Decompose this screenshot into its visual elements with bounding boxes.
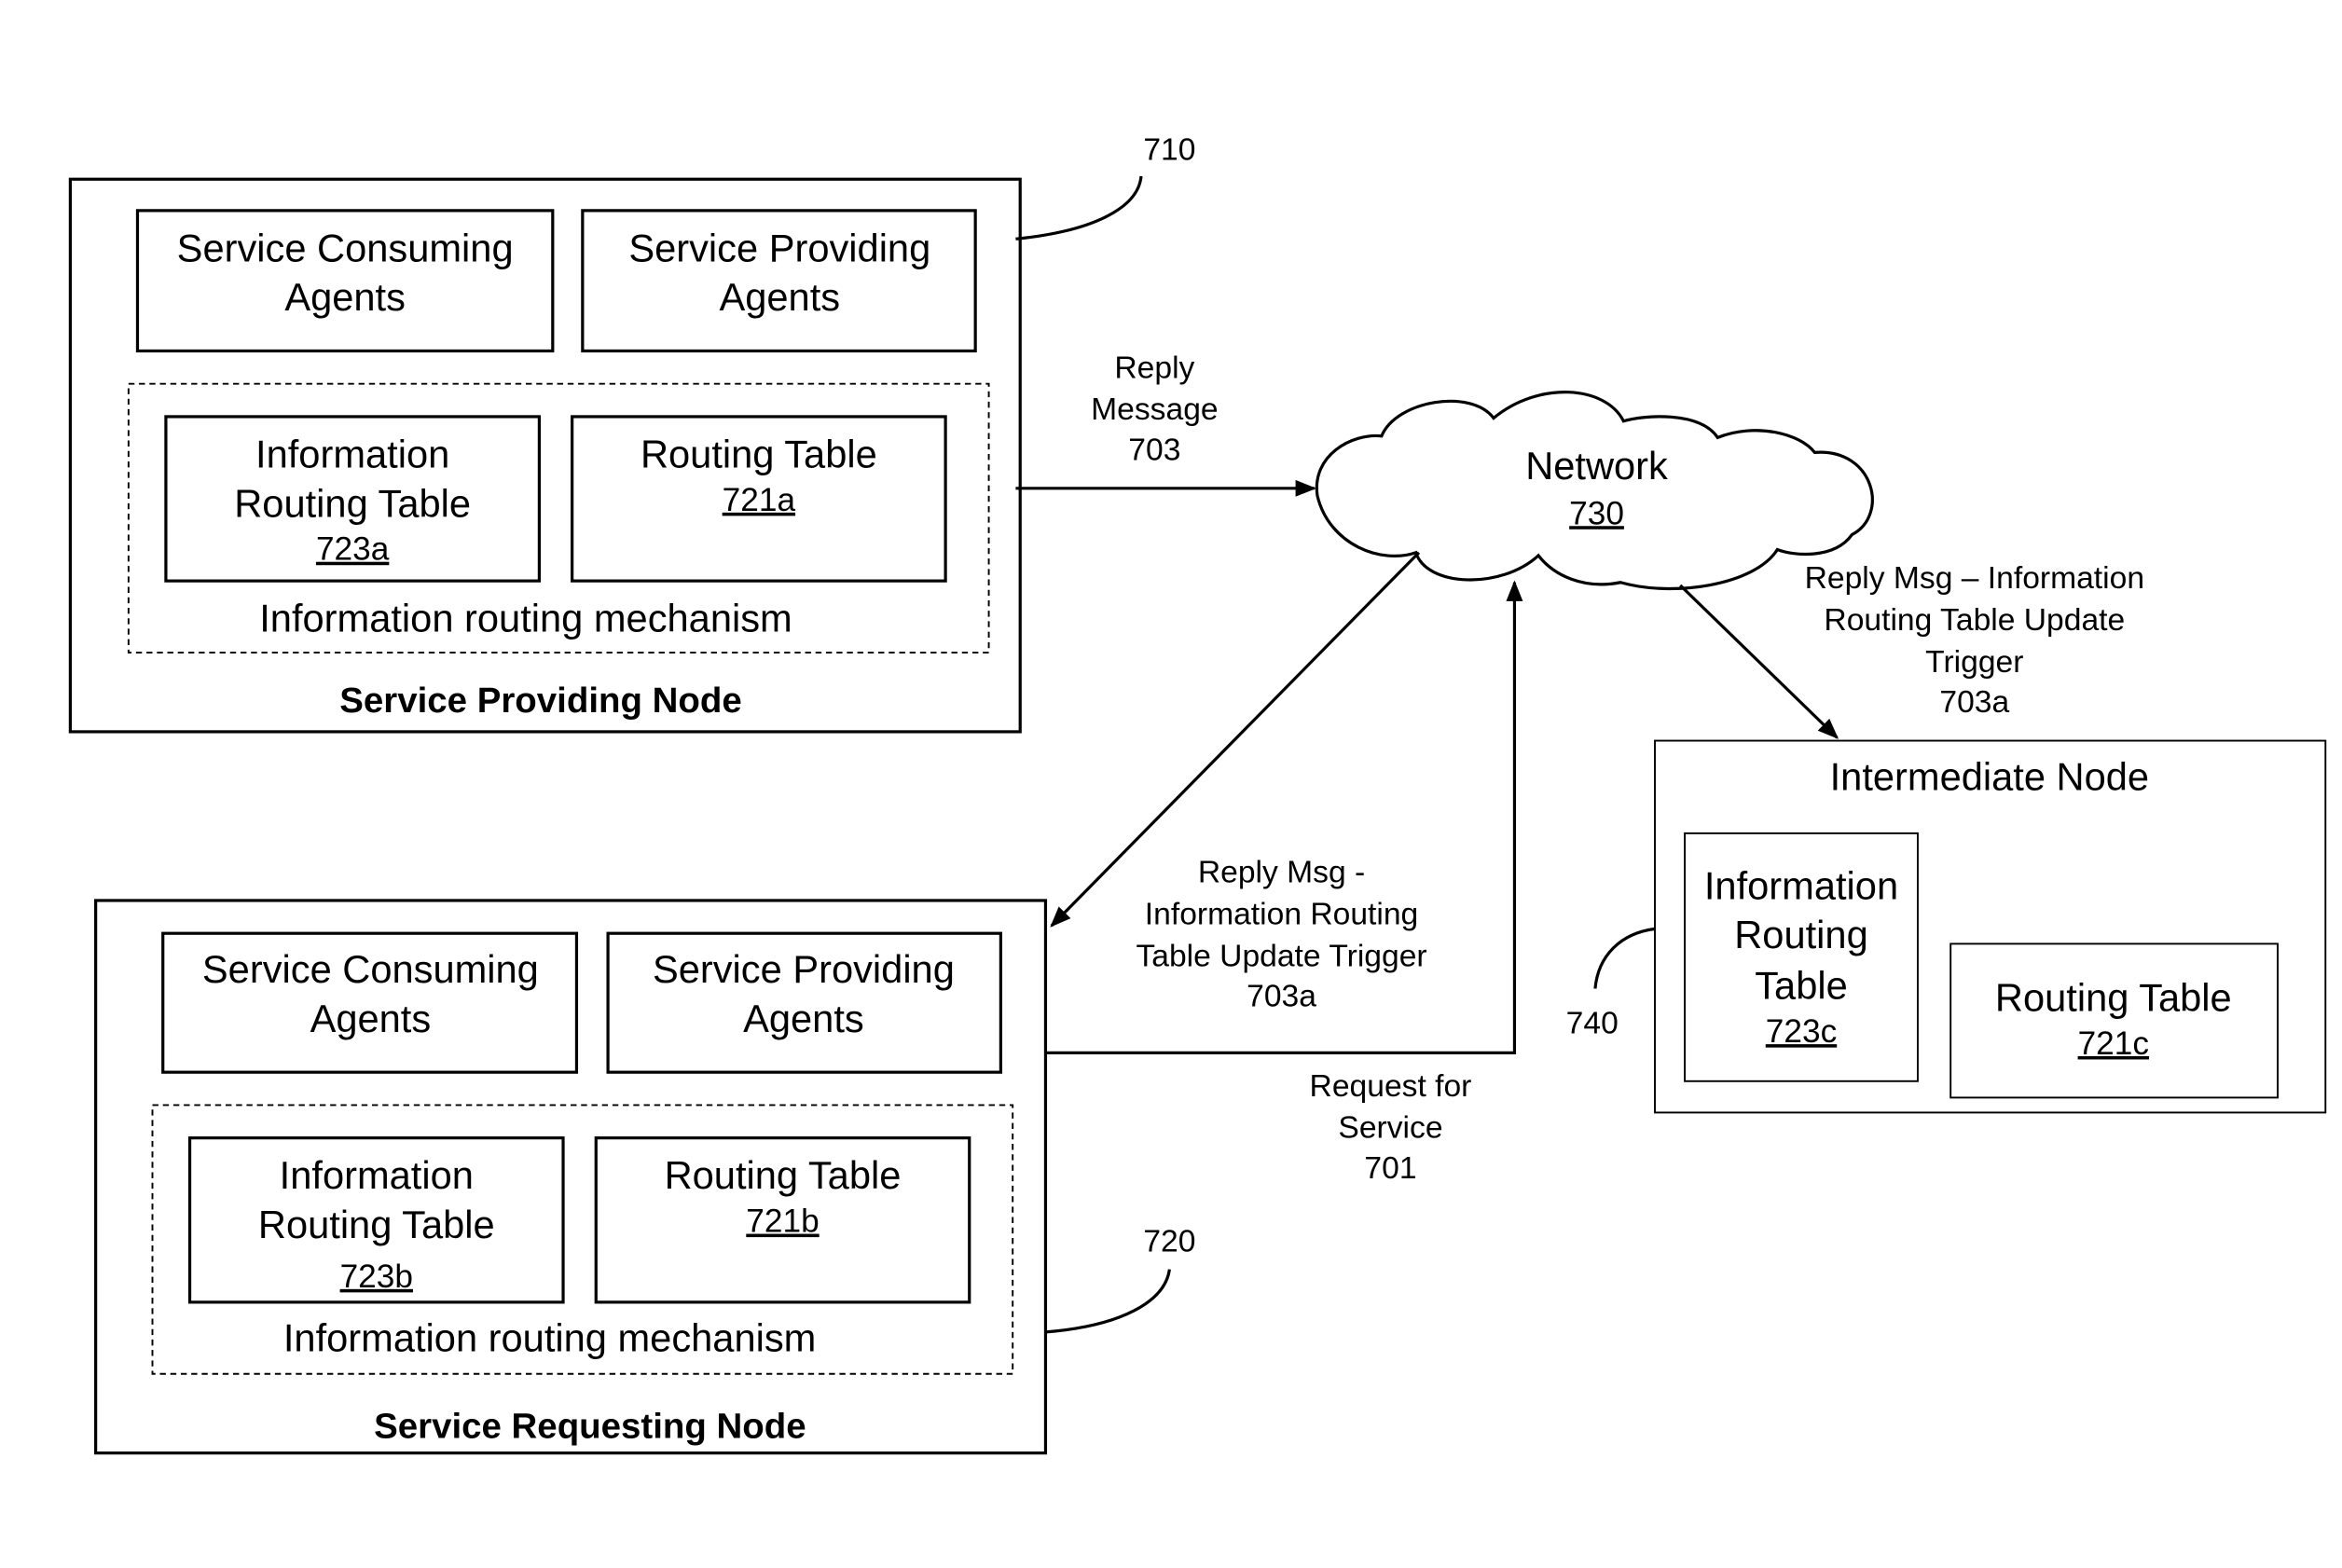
requester-node-title: Service Requesting Node [374,1407,806,1447]
reply-trigger-right-line3: Trigger [1925,645,2023,680]
reply-message-line2: Message [1091,392,1218,427]
request-line1: Request for [1310,1069,1472,1104]
cloud-icon [1315,391,1874,591]
requester-routing-table-label: Routing Table [665,1153,902,1197]
reply-trigger-right-line2: Routing Table Update [1824,603,2125,638]
request-for-service-label: Request for Service 701 [1310,1069,1472,1186]
requester-mechanism-label: Information routing mechanism [283,1316,816,1360]
reply-trigger-left-label: Reply Msg - Information Routing Table Up… [1136,856,1426,1014]
intermediate-ref-leader [1593,927,1656,989]
requester-providing-agents-line1: Service Providing [653,947,955,991]
network-ref: 730 [1569,495,1624,531]
provider-info-table-ref: 723a [316,531,390,568]
requester-ref-leader [1045,1269,1171,1334]
requester-consuming-agents-line2: Agents [310,997,432,1040]
reply-trigger-right-label: Reply Msg – Information Routing Table Up… [1805,561,2144,720]
requester-info-table-line1: Information [280,1153,474,1197]
intermediate-info-table-ref: 723c [1766,1013,1837,1050]
reply-trigger-right-ref: 703a [1939,685,2009,720]
provider-info-table-line2: Routing Table [234,481,471,525]
diagram-canvas: Service Consuming Agents Service Providi… [68,132,2327,1455]
requester-providing-agents-line2: Agents [743,997,864,1040]
reply-message-ref: 703 [1128,433,1180,467]
network-label: Network [1525,444,1668,488]
provider-providing-agents-line2: Agents [720,275,841,319]
intermediate-node: Intermediate Node Information Routing Ta… [1566,739,2327,1114]
reply-message-line1: Reply [1114,351,1194,385]
reply-trigger-left-line2: Information Routing [1145,898,1418,932]
requester-info-table-line2: Routing Table [258,1203,495,1246]
intermediate-routing-table-label: Routing Table [1995,975,2232,1019]
provider-node-title: Service Providing Node [339,681,741,721]
reply-trigger-right-line1: Reply Msg – Information [1805,561,2144,596]
intermediate-info-table-line1: Information [1704,863,1898,907]
provider-consuming-agents-line2: Agents [284,275,406,319]
reply-trigger-arrow-to-intermediate [1679,584,1839,739]
reply-trigger-left-line1: Reply Msg - [1198,856,1365,890]
requester-info-table-ref: 723b [340,1259,413,1295]
requester-routing-table-ref: 721b [746,1204,819,1240]
intermediate-info-table-line3: Table [1755,964,1848,1008]
reply-trigger-left-ref: 703a [1247,980,1316,1014]
intermediate-routing-table-ref: 721c [2078,1025,2149,1062]
intermediate-node-title: Intermediate Node [1830,754,2149,798]
service-requesting-node: Service Consuming Agents Service Providi… [94,899,1195,1455]
provider-providing-agents-line1: Service Providing [628,226,930,269]
provider-consuming-agents-line1: Service Consuming [177,226,514,269]
intermediate-info-table-line2: Routing [1734,913,1867,956]
provider-info-table-line1: Information [255,432,449,475]
provider-node-ref: 710 [1143,132,1195,167]
provider-ref-leader [1015,175,1143,241]
request-ref: 701 [1364,1151,1416,1186]
network-cloud: Network 730 [1315,391,1874,591]
intermediate-node-ref: 740 [1566,1007,1619,1041]
reply-message-label: Reply Message 703 [1091,351,1218,467]
provider-routing-table-ref: 721a [723,482,796,518]
reply-trigger-left-line3: Table Update Trigger [1136,939,1426,973]
intermediate-routing-table-box [1949,942,2279,1099]
requester-consuming-agents-line1: Service Consuming [202,947,539,991]
requester-node-ref: 720 [1143,1224,1195,1259]
provider-mechanism-label: Information routing mechanism [259,597,792,640]
provider-routing-table-label: Routing Table [641,432,877,475]
service-providing-node: Service Consuming Agents Service Providi… [68,132,1195,734]
request-line2: Service [1338,1111,1442,1146]
